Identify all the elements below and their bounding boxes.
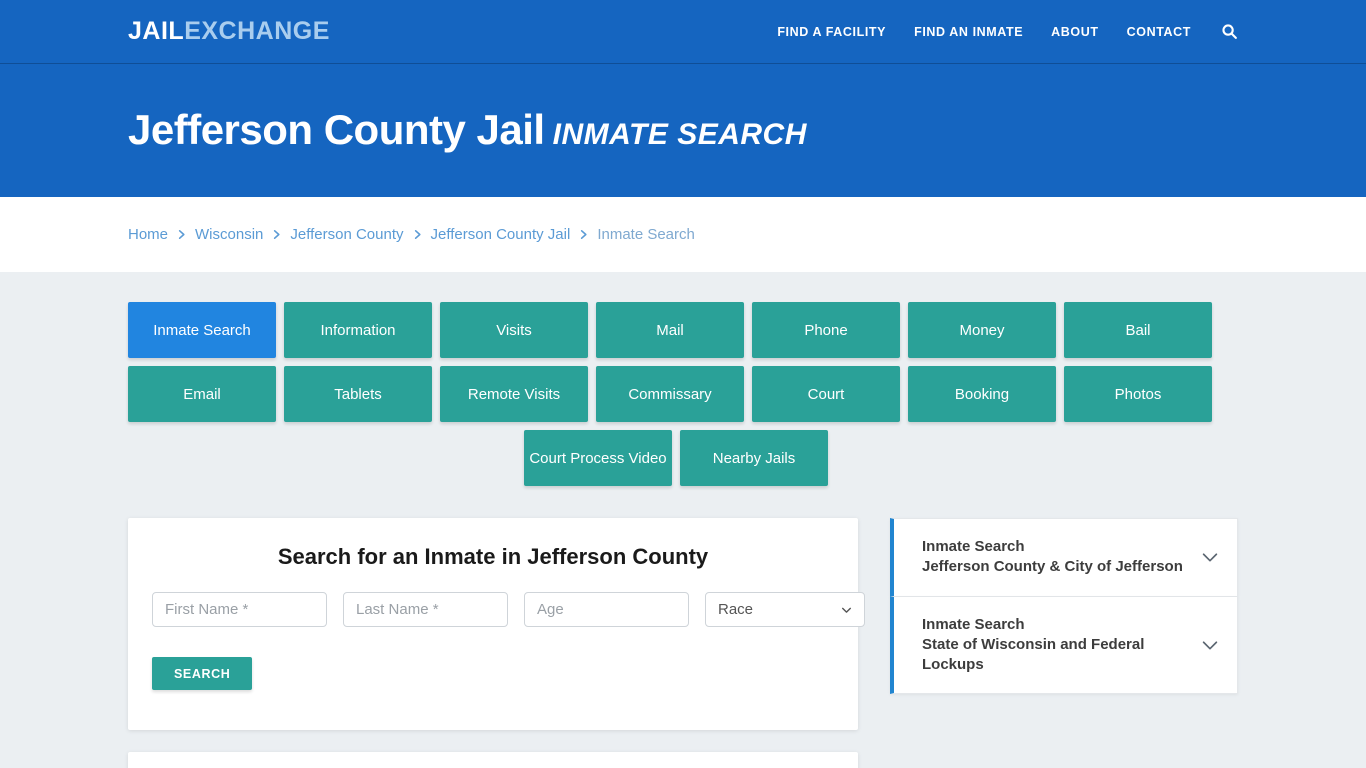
tab-money[interactable]: Money <box>908 302 1056 358</box>
chevron-right-icon <box>176 229 187 240</box>
breadcrumb-item-inmate-search: Inmate Search <box>597 226 695 243</box>
age-input[interactable] <box>524 592 689 627</box>
content-columns: Search for an Inmate in Jefferson County… <box>128 518 1238 768</box>
top-navbar: JAILEXCHANGE FIND A FACILITY FIND AN INM… <box>0 0 1366 64</box>
accordion-inmate-search-county[interactable]: Inmate Search Jefferson County & City of… <box>890 518 1238 597</box>
tab-nearby-jails[interactable]: Nearby Jails <box>680 430 828 486</box>
chevron-right-icon <box>412 229 423 240</box>
nav-item-find-an-inmate[interactable]: FIND AN INMATE <box>900 0 1037 64</box>
tab-remote-visits[interactable]: Remote Visits <box>440 366 588 422</box>
tab-email[interactable]: Email <box>128 366 276 422</box>
logo-text-secondary: EXCHANGE <box>184 17 330 45</box>
accordion-label: Inmate Search State of Wisconsin and Fed… <box>922 615 1189 676</box>
breadcrumb: Home Wisconsin Jefferson County Jefferso… <box>128 226 695 243</box>
breadcrumb-item-wisconsin[interactable]: Wisconsin <box>195 226 263 243</box>
main-column: Search for an Inmate in Jefferson County… <box>128 518 865 768</box>
race-select[interactable]: Race <box>705 592 865 627</box>
tab-mail[interactable]: Mail <box>596 302 744 358</box>
search-button[interactable]: SEARCH <box>152 657 253 690</box>
chevron-right-icon <box>578 229 589 240</box>
page-title-main: Jefferson County Jail <box>128 106 545 154</box>
accordion-inmate-search-state[interactable]: Inmate Search State of Wisconsin and Fed… <box>890 596 1238 695</box>
first-name-input[interactable] <box>152 592 327 627</box>
tab-court[interactable]: Court <box>752 366 900 422</box>
last-name-input[interactable] <box>343 592 508 627</box>
tab-photos[interactable]: Photos <box>1064 366 1212 422</box>
tab-inmate-search[interactable]: Inmate Search <box>128 302 276 358</box>
breadcrumb-bar: Home Wisconsin Jefferson County Jefferso… <box>0 197 1366 272</box>
tab-visits[interactable]: Visits <box>440 302 588 358</box>
primary-nav: FIND A FACILITY FIND AN INMATE ABOUT CON… <box>763 0 1366 64</box>
tab-court-process-video[interactable]: Court Process Video <box>524 430 672 486</box>
accordion-title-line1: Inmate Search <box>922 615 1025 633</box>
nav-item-contact[interactable]: CONTACT <box>1113 0 1205 64</box>
page-title-sub: INMATE SEARCH <box>552 118 807 152</box>
tab-bail[interactable]: Bail <box>1064 302 1212 358</box>
chevron-right-icon <box>271 229 282 240</box>
chevron-down-icon[interactable] <box>1199 546 1221 568</box>
chevron-down-icon[interactable] <box>1199 634 1221 656</box>
accordion-title-line1: Inmate Search <box>922 538 1025 555</box>
search-form-fields: Race <box>152 592 865 627</box>
logo-text-primary: JAIL <box>128 17 185 45</box>
race-select-wrapper: Race <box>705 592 865 627</box>
accordion-label: Inmate Search Jefferson County & City of… <box>922 537 1189 578</box>
breadcrumb-item-jefferson-county-jail[interactable]: Jefferson County Jail <box>431 226 571 243</box>
sidebar-column: Inmate Search Jefferson County & City of… <box>890 518 1238 695</box>
tab-commissary[interactable]: Commissary <box>596 366 744 422</box>
tab-phone[interactable]: Phone <box>752 302 900 358</box>
page-hero: Jefferson County Jail INMATE SEARCH <box>0 64 1366 197</box>
tab-booking[interactable]: Booking <box>908 366 1056 422</box>
tab-information[interactable]: Information <box>284 302 432 358</box>
accordion-title-line2: Jefferson County & City of Jefferson <box>922 558 1183 576</box>
tab-tablets[interactable]: Tablets <box>284 366 432 422</box>
section-tab-grid-row3: Court Process Video Nearby Jails <box>128 430 1224 486</box>
secondary-content-card <box>128 752 858 768</box>
page-body: Inmate Search Information Visits Mail Ph… <box>0 272 1366 768</box>
inmate-search-card: Search for an Inmate in Jefferson County… <box>128 518 865 730</box>
search-form-heading: Search for an Inmate in Jefferson County <box>277 544 709 569</box>
site-logo[interactable]: JAILEXCHANGE <box>128 19 330 44</box>
section-tab-grid: Inmate Search Information Visits Mail Ph… <box>128 272 1224 422</box>
breadcrumb-item-jefferson-county[interactable]: Jefferson County <box>290 226 403 243</box>
breadcrumb-item-home[interactable]: Home <box>128 226 168 243</box>
nav-item-about[interactable]: ABOUT <box>1037 0 1112 64</box>
nav-item-find-a-facility[interactable]: FIND A FACILITY <box>763 0 900 64</box>
accordion-title-line2: State of Wisconsin and Federal Lockups <box>922 635 1145 673</box>
page-title: Jefferson County Jail INMATE SEARCH <box>128 107 807 153</box>
search-icon[interactable] <box>1205 23 1238 40</box>
